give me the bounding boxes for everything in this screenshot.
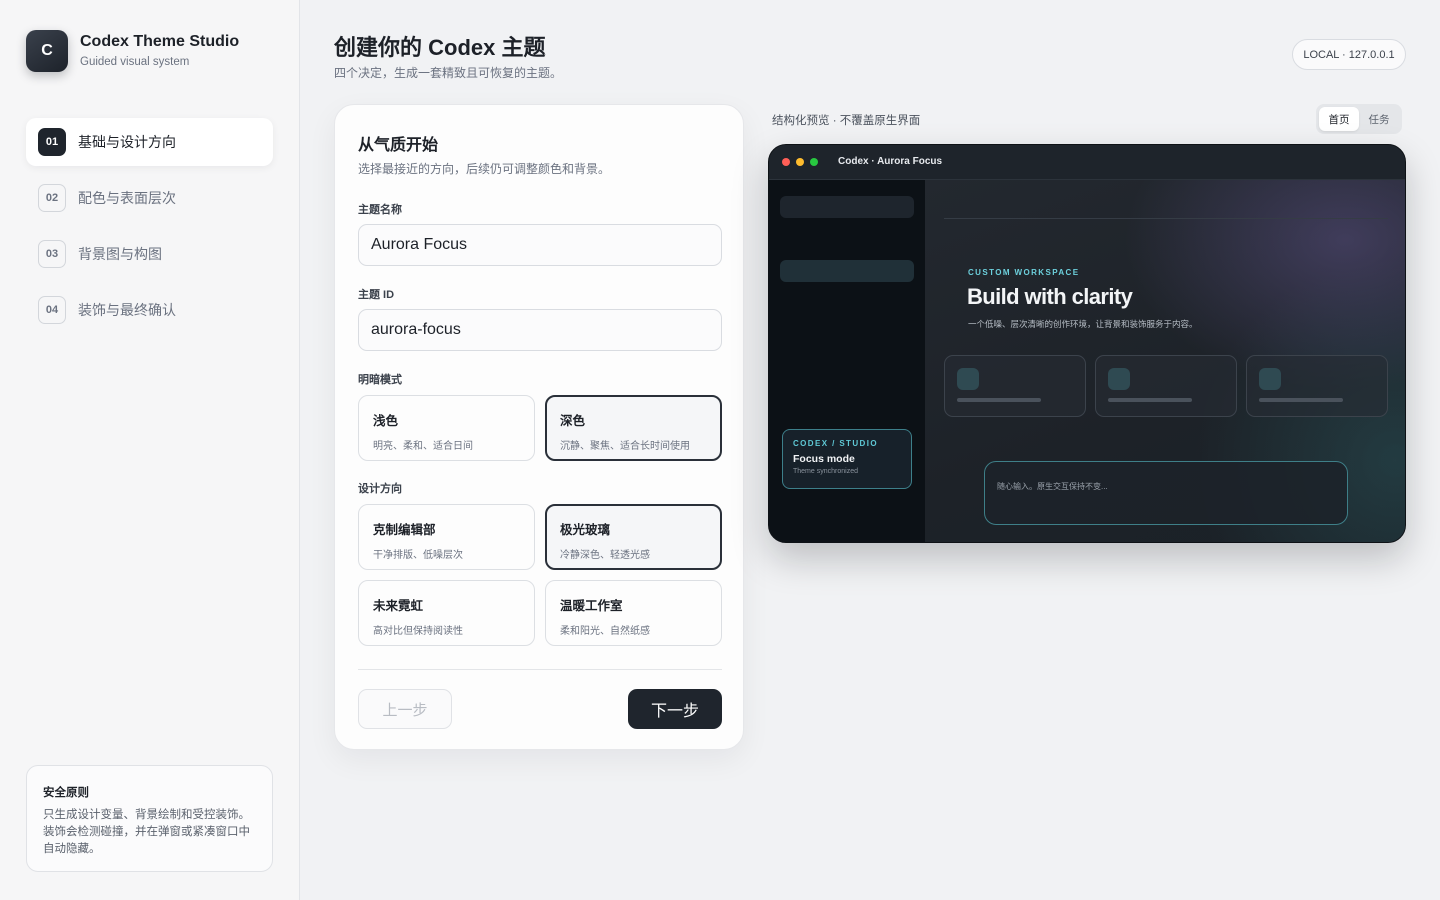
step-label: 基础与设计方向 xyxy=(78,134,176,150)
step-label: 装饰与最终确认 xyxy=(78,302,176,318)
step-item-2[interactable]: 02 配色与表面层次 xyxy=(26,174,273,222)
sidebar: C Codex Theme Studio Guided visual syste… xyxy=(0,0,300,900)
theme-form-card: 从气质开始 选择最接近的方向，后续仍可调整颜色和背景。 主题名称 Aurora … xyxy=(334,104,744,750)
previous-button[interactable]: 上一步 xyxy=(358,689,452,729)
option-desc: 干净排版、低噪层次 xyxy=(373,550,463,561)
page-title: 创建你的 Codex 主题 xyxy=(334,35,546,60)
option-desc: 明亮、柔和、适合日间 xyxy=(373,441,473,452)
direction-option-editorial[interactable]: 克制编辑部 干净排版、低噪层次 xyxy=(358,504,535,570)
preview-sidebar: CODEX / STUDIO Focus mode Theme synchron… xyxy=(769,180,925,542)
form-title: 从气质开始 xyxy=(358,137,439,154)
preview-composer-input: 随心输入。原生交互保持不变... xyxy=(984,461,1348,525)
safety-note: 安全原则 只生成设计变量、背景绘制和受控装饰。装饰会检测碰撞，并在弹窗或紧凑窗口… xyxy=(26,765,273,872)
tab-tasks[interactable]: 任务 xyxy=(1359,107,1399,131)
maximize-dot-icon xyxy=(810,158,818,166)
step-item-4[interactable]: 04 装饰与最终确认 xyxy=(26,286,273,334)
preview-main: CUSTOM WORKSPACE Build with clarity 一个低噪… xyxy=(925,180,1405,542)
preview-tile xyxy=(1246,355,1388,417)
safety-body: 只生成设计变量、背景绘制和受控装饰。装饰会检测碰撞，并在弹窗或紧凑窗口中自动隐藏… xyxy=(43,809,250,855)
form-subtitle: 选择最接近的方向，后续仍可调整颜色和背景。 xyxy=(358,162,611,176)
tile-bar xyxy=(1259,398,1343,402)
tile-icon xyxy=(1108,368,1130,390)
close-dot-icon xyxy=(782,158,790,166)
option-title: 深色 xyxy=(560,414,586,428)
theme-name-label: 主题名称 xyxy=(358,204,402,216)
brand-text: Codex Theme Studio Guided visual system xyxy=(80,32,239,70)
tab-home[interactable]: 首页 xyxy=(1319,107,1359,131)
local-server-badge: LOCAL · 127.0.0.1 xyxy=(1292,39,1406,70)
preview-tabs: 首页 任务 xyxy=(1316,104,1402,134)
preview-titlebar: Codex · Aurora Focus xyxy=(769,145,1405,180)
mode-option-light[interactable]: 浅色 明亮、柔和、适合日间 xyxy=(358,395,535,461)
option-desc: 高对比但保持阅读性 xyxy=(373,626,463,637)
step-number: 02 xyxy=(38,184,66,212)
minimize-dot-icon xyxy=(796,158,804,166)
preview-tile xyxy=(944,355,1086,417)
option-title: 极光玻璃 xyxy=(560,523,611,537)
option-title: 浅色 xyxy=(373,414,399,428)
page-subtitle: 四个决定，生成一套精致且可恢复的主题。 xyxy=(334,66,563,80)
tile-icon xyxy=(1259,368,1281,390)
direction-option-warm[interactable]: 温暖工作室 柔和阳光、自然纸感 xyxy=(545,580,722,646)
step-label: 配色与表面层次 xyxy=(78,190,176,206)
preview-headline: Build with clarity xyxy=(967,284,1133,309)
theme-id-input[interactable]: aurora-focus xyxy=(358,309,722,351)
mini-card-eyebrow: CODEX / STUDIO xyxy=(793,439,878,448)
theme-id-label: 主题 ID xyxy=(358,289,395,301)
mode-label: 明暗模式 xyxy=(358,374,402,386)
preview-sidebar-active-item xyxy=(780,260,914,282)
option-desc: 冷静深色、轻透光感 xyxy=(560,550,650,561)
option-title: 克制编辑部 xyxy=(373,523,436,537)
preview-description: 一个低噪、层次清晰的创作环境，让背景和装饰服务于内容。 xyxy=(968,319,1198,329)
step-number: 01 xyxy=(38,128,66,156)
direction-label: 设计方向 xyxy=(358,483,402,495)
step-number: 03 xyxy=(38,240,66,268)
app-title: Codex Theme Studio xyxy=(80,33,240,50)
app-subtitle: Guided visual system xyxy=(80,56,190,68)
direction-option-neon[interactable]: 未来霓虹 高对比但保持阅读性 xyxy=(358,580,535,646)
step-label: 背景图与构图 xyxy=(78,246,162,262)
step-item-3[interactable]: 03 背景图与构图 xyxy=(26,230,273,278)
step-nav: 01 基础与设计方向 02 配色与表面层次 03 背景图与构图 04 装饰与最终… xyxy=(26,118,273,342)
mini-card-title: Focus mode xyxy=(793,453,855,465)
brand: C Codex Theme Studio Guided visual syste… xyxy=(26,30,239,72)
theme-name-input[interactable]: Aurora Focus xyxy=(358,224,722,266)
direction-option-aurora[interactable]: 极光玻璃 冷静深色、轻透光感 xyxy=(545,504,722,570)
mode-option-dark[interactable]: 深色 沉静、聚焦、适合长时间使用 xyxy=(545,395,722,461)
option-desc: 柔和阳光、自然纸感 xyxy=(560,626,650,637)
tile-bar xyxy=(957,398,1041,402)
option-title: 未来霓虹 xyxy=(373,599,424,613)
app-logo: C xyxy=(26,30,68,72)
option-desc: 沉静、聚焦、适合长时间使用 xyxy=(560,441,690,452)
preview-header-line xyxy=(944,218,1388,219)
step-item-1[interactable]: 01 基础与设计方向 xyxy=(26,118,273,166)
mini-card-subtitle: Theme synchronized xyxy=(793,468,858,475)
preview-eyebrow: CUSTOM WORKSPACE xyxy=(968,268,1080,277)
form-divider xyxy=(358,669,722,670)
preview-mini-card: CODEX / STUDIO Focus mode Theme synchron… xyxy=(782,429,912,489)
option-title: 温暖工作室 xyxy=(560,599,623,613)
preview-label: 结构化预览 · 不覆盖原生界面 xyxy=(772,115,921,127)
preview-tile xyxy=(1095,355,1237,417)
tile-icon xyxy=(957,368,979,390)
tile-bar xyxy=(1108,398,1192,402)
safety-title: 安全原则 xyxy=(43,787,89,799)
step-number: 04 xyxy=(38,296,66,324)
next-button[interactable]: 下一步 xyxy=(628,689,722,729)
preview-window: Codex · Aurora Focus CODEX / STUDIO Focu… xyxy=(768,144,1406,543)
preview-sidebar-placeholder xyxy=(780,196,914,218)
preview-window-title: Codex · Aurora Focus xyxy=(838,156,943,167)
